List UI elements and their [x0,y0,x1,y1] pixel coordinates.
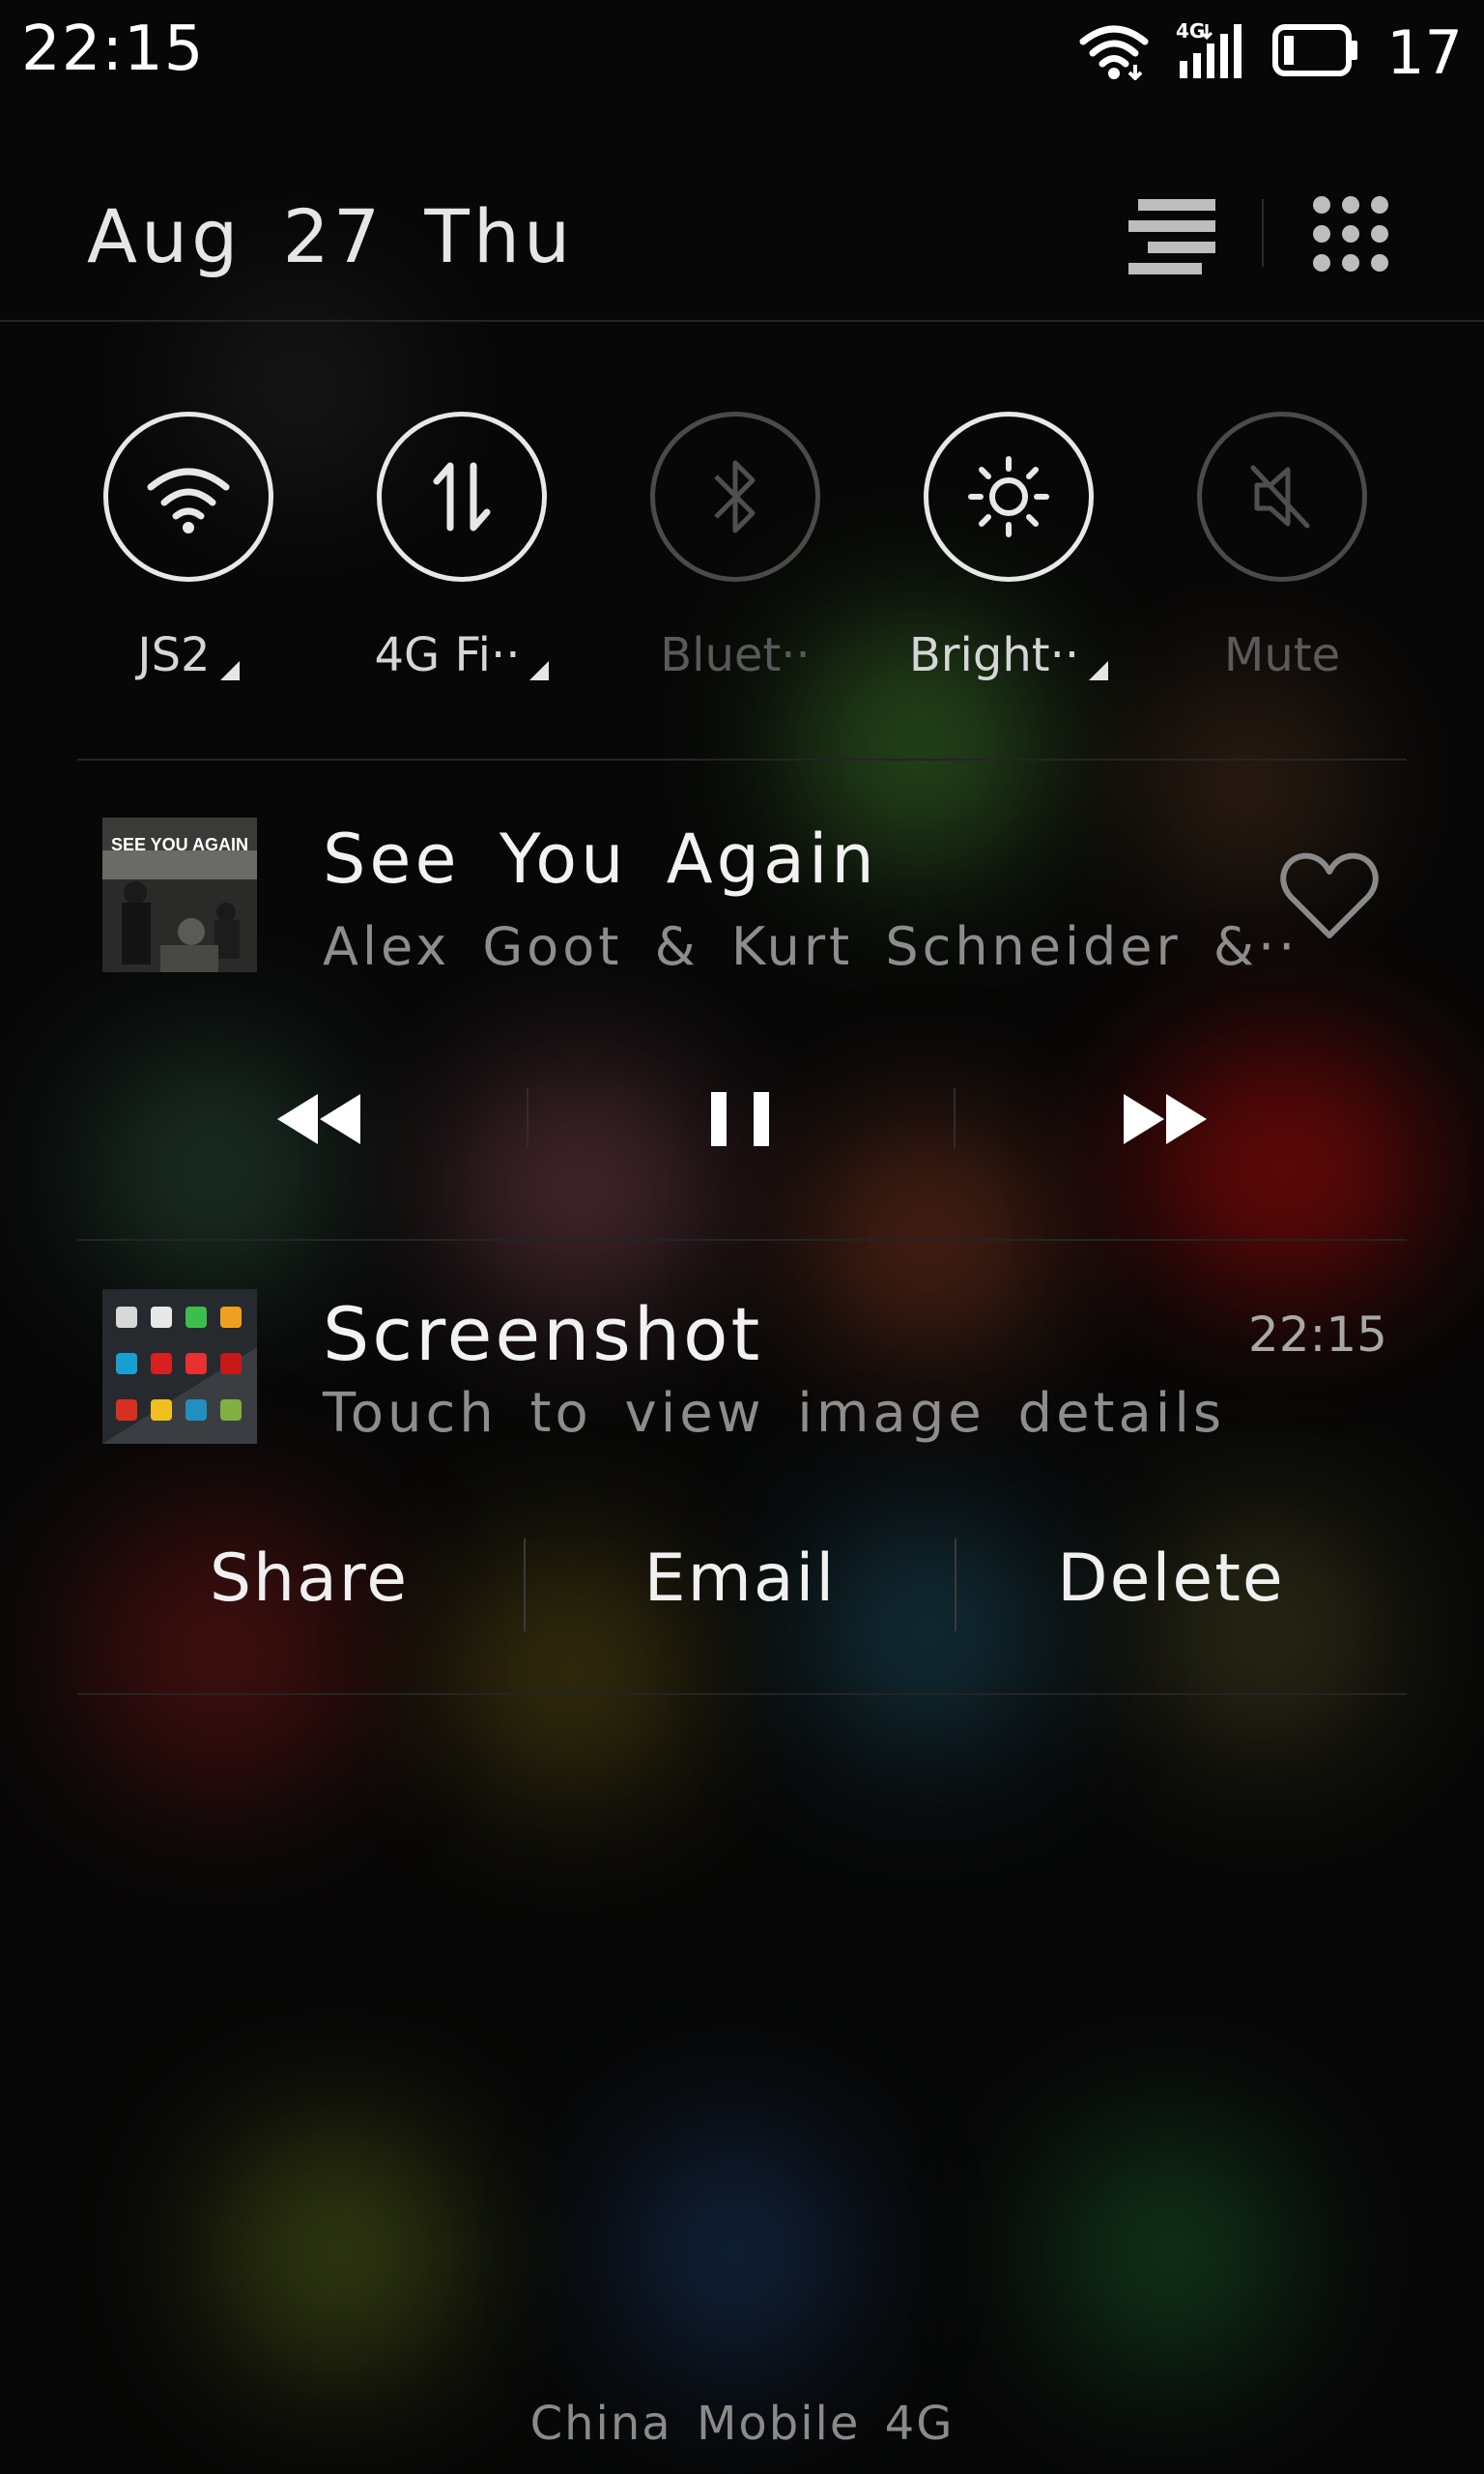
action-separator [524,1539,526,1631]
status-bar: 22:15 4G 17 [0,0,1484,106]
notification-list-button[interactable] [1125,193,1221,274]
battery-icon [1272,23,1359,81]
previous-icon [277,1094,360,1144]
screenshot-thumbnail [102,1289,257,1444]
mobile-data-toggle[interactable] [377,412,547,582]
menu-indicator-icon [529,661,550,680]
app-grid-icon [1313,196,1388,272]
action-separator [955,1539,956,1631]
menu-indicator-icon [1089,661,1109,680]
wifi-toggle-label[interactable]: JS2 [68,628,309,682]
date-label: Aug 27 Thu [87,193,575,279]
header-separator [1262,199,1264,267]
svg-text:4G: 4G [1176,20,1205,43]
battery-level: 17 [1386,16,1463,88]
next-icon [1124,1094,1207,1144]
email-button[interactable]: Email [528,1540,953,1617]
pause-icon [711,1092,769,1146]
notification-list-icon [1128,199,1215,274]
heart-icon [1280,852,1379,938]
notification-description: Touch to view image details [323,1382,1226,1445]
control-separator [954,1088,956,1148]
shade-header: Aug 27 Thu [0,145,1484,319]
previous-button[interactable] [261,1080,377,1158]
pause-button[interactable] [682,1080,798,1158]
control-separator [527,1088,528,1148]
bluetooth-icon [714,460,756,533]
next-button[interactable] [1107,1080,1223,1158]
mute-toggle[interactable] [1197,412,1367,582]
notification-title: Screenshot [323,1291,763,1377]
favorite-button[interactable] [1279,849,1380,945]
toggles-divider [77,759,1407,761]
album-art: SEE YOU AGAIN [102,818,257,972]
share-button[interactable]: Share [97,1540,522,1617]
app-grid-button[interactable] [1310,193,1407,274]
delete-button[interactable]: Delete [958,1540,1384,1617]
carrier-label: China Mobile 4G [529,2397,955,2451]
notification-divider [77,1693,1407,1695]
blurred-wallpaper [0,0,1484,2474]
cellular-signal-icon: 4G [1176,19,1245,84]
wifi-icon [147,468,230,533]
mobile-data-toggle-label[interactable]: 4G Fi·· [341,628,583,682]
mute-icon [1250,465,1310,529]
brightness-toggle[interactable] [924,412,1094,582]
bluetooth-toggle-label[interactable]: Bluet·· [614,628,856,682]
header-divider [0,320,1484,322]
song-artist: Alex Goot & Kurt Schneider &·· [323,916,1299,977]
music-divider [77,1239,1407,1241]
menu-indicator-icon [219,661,240,680]
notification-time: 22:15 [1247,1307,1387,1363]
bluetooth-toggle[interactable] [650,412,820,582]
wifi-icon [1079,20,1149,84]
brightness-toggle-label[interactable]: Bright·· [888,628,1129,682]
song-title: See You Again [323,820,878,899]
wifi-toggle[interactable] [103,412,273,582]
album-art-text: SEE YOU AGAIN [111,835,248,854]
mute-toggle-label[interactable]: Mute [1161,628,1403,682]
mobile-data-icon [433,462,491,532]
status-icons: 4G 17 [1079,14,1463,91]
status-time: 22:15 [21,14,205,85]
brightness-icon [968,456,1049,537]
